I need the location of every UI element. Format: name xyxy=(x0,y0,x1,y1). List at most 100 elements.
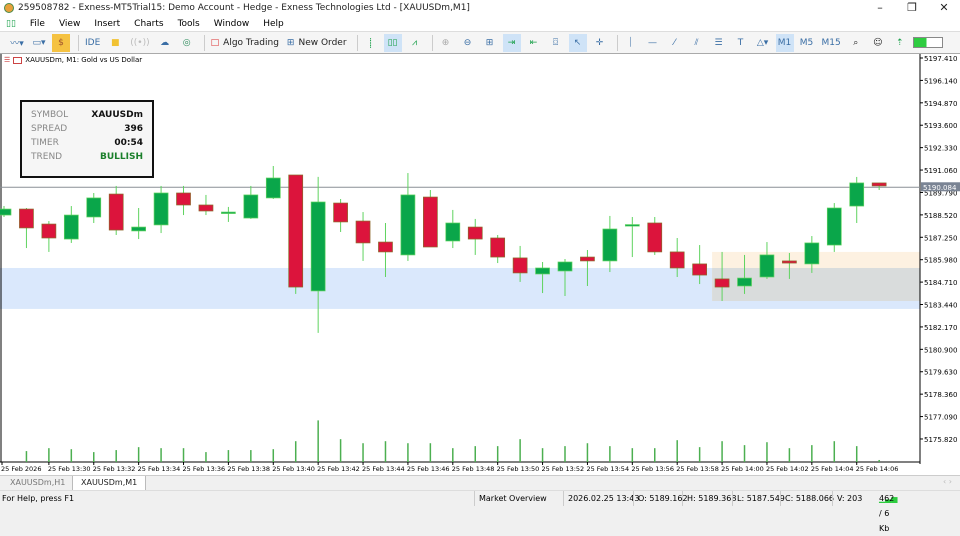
timeframe-m5[interactable]: M5 xyxy=(798,34,816,52)
info-value: BULLISH xyxy=(99,152,143,162)
title-bar: 259508782 - Exness-MT5Trial15: Demo Acco… xyxy=(0,0,960,16)
bullish-candle xyxy=(759,254,775,278)
price-tick-label: 5191.060 xyxy=(924,167,957,175)
screenshot-icon[interactable]: ⌼ xyxy=(547,34,565,52)
cursor-icon[interactable]: ↖ xyxy=(568,33,587,52)
menu-view[interactable]: View xyxy=(59,19,80,29)
bearish-candle xyxy=(714,278,730,288)
price-tick-label: 5192.330 xyxy=(924,145,957,153)
time-tick-label: 25 Feb 13:34 xyxy=(138,465,181,473)
bearish-candle xyxy=(333,202,348,223)
traffic-value: 462 / 6 Kb xyxy=(879,494,895,533)
search-icon[interactable]: ⌕ xyxy=(847,34,865,52)
time-tick-label: 25 Feb 14:00 xyxy=(721,465,764,473)
chart-shift-icon[interactable]: ⇤ xyxy=(525,34,543,52)
bearish-candle xyxy=(467,226,483,240)
status-close: C: 5188.066 xyxy=(780,491,834,506)
bullish-candle xyxy=(153,192,169,226)
list-icon: ☰ xyxy=(4,56,11,64)
status-market-overview[interactable]: Market Overview xyxy=(474,491,547,506)
tab-scroll-arrows[interactable]: ‹ › xyxy=(943,477,952,486)
menu-charts[interactable]: Charts xyxy=(134,19,163,29)
close-button[interactable]: ✕ xyxy=(928,0,960,16)
algo-trading-button[interactable]: □ Algo Trading xyxy=(209,34,281,52)
templates-dropdown-icon[interactable]: ▭▾ xyxy=(30,34,48,52)
chart-window[interactable]: 5197.410 5196.140 5194.870 5193.600 5192.330… xyxy=(0,53,960,475)
cloud-icon[interactable]: ☁ xyxy=(156,34,174,52)
crosshair-icon[interactable]: ✛ xyxy=(591,34,609,52)
maximize-button[interactable]: ❐ xyxy=(896,0,928,16)
app-icon xyxy=(4,3,14,13)
new-order-icon: ⊞ xyxy=(286,37,295,48)
status-help: For Help, press F1 xyxy=(2,494,75,503)
channel-icon[interactable]: ⫽ xyxy=(688,34,706,52)
market-bag-icon[interactable]: ■ xyxy=(106,34,124,52)
new-order-button[interactable]: ⊞ New Order xyxy=(285,34,349,52)
zoom-in-icon[interactable]: ⊕ xyxy=(437,34,455,52)
bullish-candle xyxy=(849,182,865,207)
trendline-icon[interactable]: ⁄ xyxy=(666,34,684,52)
dollar-icon[interactable]: $ xyxy=(52,33,70,52)
chart-title: XAUUSDm, M1: Gold vs US Dollar xyxy=(25,56,143,64)
time-tick-label: 25 Feb 13:32 xyxy=(93,465,136,473)
fibonacci-icon[interactable]: ☰ xyxy=(710,34,728,52)
bullish-candle xyxy=(535,267,550,275)
bullish-candle xyxy=(557,261,573,272)
menu-file[interactable]: File xyxy=(30,19,45,29)
info-value: 396 xyxy=(124,124,143,134)
bearish-candle xyxy=(41,223,57,239)
bullish-candle xyxy=(624,224,640,227)
toolbar: 〰▾ ▭▾ $ IDE ■ ((•)) ☁ ◎ □ Algo Trading ⊞ N… xyxy=(0,31,960,53)
vertical-line-icon[interactable]: ⏐ xyxy=(622,34,640,52)
info-value: XAUUSDm xyxy=(91,110,143,120)
time-tick-label: 25 Feb 13:40 xyxy=(272,465,315,473)
status-bar: For Help, press F1 Market Overview 2026.… xyxy=(0,490,960,533)
candlestick-chart-icon[interactable]: ▯▯ xyxy=(383,33,402,52)
account-icon[interactable]: ☺ xyxy=(869,34,887,52)
vps-icon[interactable]: ◎ xyxy=(178,34,196,52)
tab-xauusdm-m1[interactable]: XAUUSDm,M1 xyxy=(72,476,147,491)
bullish-candle xyxy=(602,228,618,262)
time-tick-label: 25 Feb 14:06 xyxy=(856,465,899,473)
price-tick-label: 5194.870 xyxy=(924,100,957,108)
autoscroll-icon[interactable]: ⇥ xyxy=(502,33,521,52)
tab-xauusdm-h1[interactable]: XAUUSDm,H1 xyxy=(2,476,73,491)
menu-tools[interactable]: Tools xyxy=(178,19,200,29)
bearish-candle xyxy=(198,204,214,212)
line-chart-icon[interactable]: ⩘ xyxy=(406,34,424,52)
price-tick-label: 5183.440 xyxy=(924,302,957,310)
price-tick-label: 5184.710 xyxy=(924,279,957,287)
bar-chart-icon[interactable]: ⸽ xyxy=(362,34,380,52)
bullish-candle xyxy=(445,222,461,242)
signals-icon[interactable]: ((•)) xyxy=(128,34,151,52)
chart-menu-icon[interactable]: ▯▯ xyxy=(6,19,16,29)
timeframe-m1[interactable]: M1 xyxy=(775,33,794,52)
level-icon[interactable]: ⇡ xyxy=(891,34,909,52)
status-time: 2026.02.25 13:43 xyxy=(563,491,639,506)
price-tick-label: 5187.250 xyxy=(924,234,957,242)
timeframe-m15[interactable]: M15 xyxy=(820,34,843,52)
indicators-dropdown-icon[interactable]: 〰▾ xyxy=(8,34,26,52)
time-tick-label: 25 Feb 13:54 xyxy=(586,465,629,473)
shapes-dropdown-icon[interactable]: △▾ xyxy=(754,34,772,52)
price-tick-label: 5196.140 xyxy=(924,77,957,85)
status-low: L: 5187.549 xyxy=(732,491,785,506)
menu-help[interactable]: Help xyxy=(263,19,284,29)
minimize-button[interactable]: – xyxy=(864,0,896,16)
bullish-candle xyxy=(243,194,259,219)
grid-icon[interactable]: ⊞ xyxy=(481,34,499,52)
time-tick-label: 25 Feb 13:56 xyxy=(631,465,674,473)
price-tick-label: 5182.170 xyxy=(924,324,957,332)
bearish-candle xyxy=(512,257,528,274)
time-tick-label: 25 Feb 13:50 xyxy=(497,465,540,473)
chart-symbol-icon xyxy=(13,56,23,64)
text-icon[interactable]: T xyxy=(732,34,750,52)
bullish-candle xyxy=(0,208,12,216)
bearish-candle xyxy=(669,251,685,269)
chart-tabs: XAUUSDm,H1 XAUUSDm,M1 ‹ › xyxy=(0,475,960,491)
menu-insert[interactable]: Insert xyxy=(94,19,120,29)
ide-button[interactable]: IDE xyxy=(83,34,102,52)
zoom-out-icon[interactable]: ⊖ xyxy=(459,34,477,52)
menu-window[interactable]: Window xyxy=(214,19,250,29)
horizontal-line-icon[interactable]: — xyxy=(644,34,662,52)
